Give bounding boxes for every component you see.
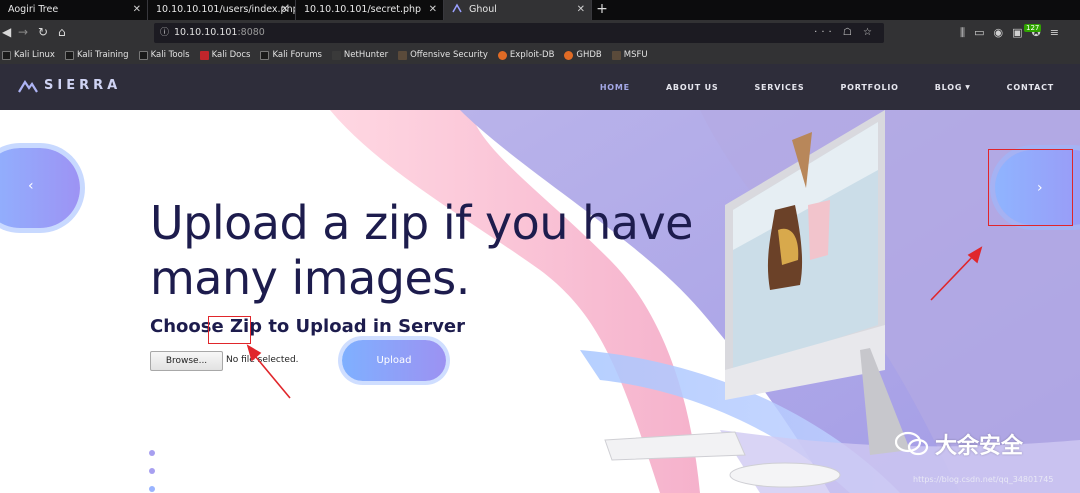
kali-dragon-icon: [64, 50, 74, 60]
menu-blog[interactable]: BLOG ▼: [935, 83, 971, 92]
bookmark-msfu[interactable]: MSFU: [611, 50, 648, 60]
info-icon[interactable]: ⓘ: [160, 23, 169, 43]
bookmark-nethunter[interactable]: NetHunter: [331, 50, 389, 60]
bookmark-kali-linux[interactable]: Kali Linux: [2, 50, 55, 60]
sidebar-icon[interactable]: ▭: [974, 26, 984, 40]
tab-label: Ghoul: [469, 4, 497, 15]
bookmark-label: Kali Training: [76, 50, 129, 60]
wechat-icon: [895, 431, 929, 456]
tab-label: 10.10.10.101/users/index.php: [156, 4, 296, 15]
page-actions[interactable]: ··· ☖ ☆: [814, 23, 876, 43]
tab-secret[interactable]: 10.10.10.101/secret.php ✕: [296, 0, 444, 20]
watermark-text: 大余安全: [935, 434, 1024, 459]
offsec-icon: [398, 50, 408, 60]
ghdb-icon: [564, 50, 574, 60]
tab-label: Aogiri Tree: [8, 4, 59, 15]
close-icon[interactable]: ✕: [429, 0, 437, 20]
caret-down-icon: ▼: [965, 83, 971, 91]
bookmark-label: Kali Tools: [150, 50, 190, 60]
exploit-db-icon: [497, 50, 507, 60]
bookmark-offensive-security[interactable]: Offensive Security: [398, 50, 488, 60]
bookmark-ghdb[interactable]: GHDB: [564, 50, 602, 60]
tab-aogiri-tree[interactable]: Aogiri Tree ✕: [0, 0, 148, 20]
bookmarks-bar: Kali Linux Kali Training Kali Tools Kali…: [0, 46, 1080, 64]
menu-about-us[interactable]: ABOUT US: [666, 83, 719, 92]
kali-dragon-icon: [2, 50, 11, 60]
close-icon[interactable]: ✕: [577, 0, 585, 20]
kali-dragon-icon: [138, 50, 148, 60]
reload-icon[interactable]: ↻: [38, 25, 48, 39]
bookmark-label: MSFU: [623, 50, 648, 60]
forward-icon[interactable]: →: [18, 25, 28, 39]
sierra-logo-icon: [18, 79, 38, 93]
menu-portfolio[interactable]: PORTFOLIO: [841, 83, 899, 92]
site-logo[interactable]: SIERRA: [18, 78, 121, 93]
sierra-favicon-icon: [452, 3, 462, 13]
toolbar-right: ⫼ ▭ ◉ ▣ ✪ ≡: [960, 26, 1059, 40]
bookmark-label: Offensive Security: [410, 50, 488, 60]
tab-users-index[interactable]: 10.10.10.101/users/index.php ✕: [148, 0, 296, 20]
bookmark-kali-tools[interactable]: Kali Tools: [138, 50, 190, 60]
url-port: :8080: [237, 27, 265, 38]
bookmark-label: Kali Docs: [211, 50, 251, 60]
wechat-watermark: 大余安全: [895, 428, 1023, 460]
close-icon[interactable]: ✕: [281, 0, 289, 20]
nethunter-icon: [331, 50, 341, 60]
menu-contact[interactable]: CONTACT: [1007, 83, 1054, 92]
bookmark-kali-forums[interactable]: Kali Forums: [260, 50, 322, 60]
csdn-url: https://blog.csdn.net/qq_34801745: [913, 475, 1054, 484]
menu-home[interactable]: HOME: [600, 83, 630, 92]
bookmark-exploit-db[interactable]: Exploit-DB: [497, 50, 555, 60]
back-icon[interactable]: ◀: [2, 25, 11, 39]
new-tab-button[interactable]: +: [592, 0, 612, 20]
tab-bar: Aogiri Tree ✕ 10.10.10.101/users/index.p…: [0, 0, 1080, 20]
kali-docs-icon: [199, 50, 209, 60]
main-menu: HOME ABOUT US SERVICES PORTFOLIO BLOG ▼ C…: [600, 64, 1054, 110]
close-icon[interactable]: ✕: [133, 0, 141, 20]
kali-dragon-icon: [260, 50, 270, 60]
bookmark-label: GHDB: [576, 50, 602, 60]
url-bar[interactable]: ⓘ 10.10.10.101:8080 ··· ☖ ☆: [154, 23, 884, 43]
url-host: 10.10.10.101: [174, 27, 238, 38]
menu-icon[interactable]: ≡: [1050, 26, 1059, 40]
bookmark-kali-docs[interactable]: Kali Docs: [199, 50, 251, 60]
navigation-toolbar: ◀ → ↻ ⌂ ⓘ 10.10.10.101:8080 ··· ☖ ☆ ⫼ ▭ …: [0, 20, 1080, 46]
home-icon[interactable]: ⌂: [58, 25, 66, 39]
bookmark-label: Kali Linux: [14, 50, 55, 60]
library-icon[interactable]: ⫼: [960, 26, 965, 40]
bookmark-label: NetHunter: [343, 50, 389, 60]
msfu-icon: [611, 50, 621, 60]
bookmark-label: Exploit-DB: [509, 50, 555, 60]
logo-text: SIERRA: [44, 78, 122, 93]
tab-ghoul[interactable]: Ghoul ✕: [444, 0, 592, 20]
extension-icon[interactable]: ▣: [1012, 26, 1022, 40]
annotation-arrow-next: [930, 251, 978, 301]
site-header: SIERRA HOME ABOUT US SERVICES PORTFOLIO …: [0, 64, 1080, 110]
menu-services[interactable]: SERVICES: [754, 83, 804, 92]
menu-blog-label: BLOG: [934, 82, 963, 92]
account-icon[interactable]: ◉: [993, 26, 1003, 40]
hero-section: ‹ › Upload a zip if you have many images…: [0, 110, 1080, 493]
extension-badge: 127: [1024, 24, 1042, 32]
bookmark-kali-training[interactable]: Kali Training: [64, 50, 129, 60]
tab-label: 10.10.10.101/secret.php: [304, 4, 422, 15]
bookmark-label: Kali Forums: [272, 50, 322, 60]
